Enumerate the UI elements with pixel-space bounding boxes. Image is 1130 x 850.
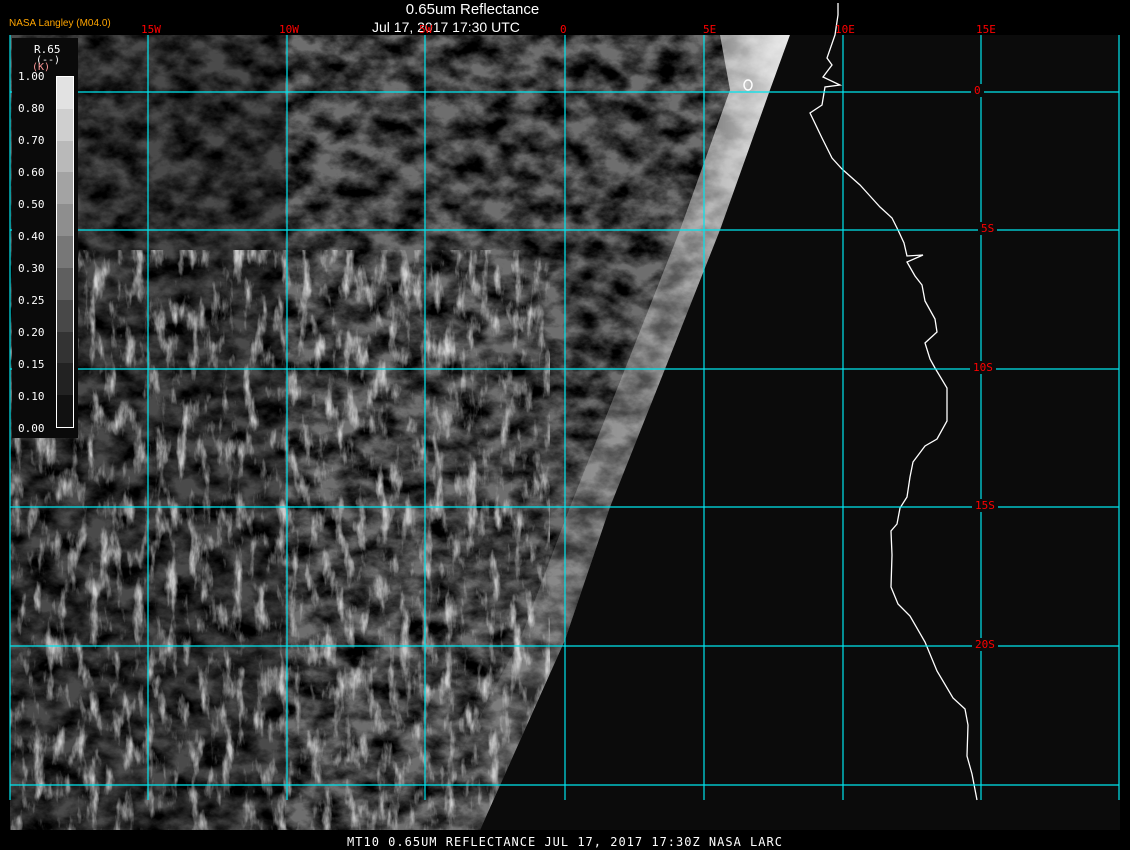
- legend-swatch: [57, 108, 73, 141]
- lat-label-10s: 10S: [970, 361, 996, 374]
- legend-swatch: [57, 395, 73, 427]
- color-legend: R.65 (--) (K) 1.00 0.80 0.70 0.60 0.50 0.40 0.…: [12, 38, 78, 438]
- legend-tick-label: 0.15: [18, 358, 45, 371]
- credit-label: NASA Langley (M04.0): [9, 18, 111, 29]
- legend-swatch: [57, 236, 73, 268]
- legend-tick-label: 0.10: [18, 390, 45, 403]
- satellite-image: [9, 3, 1120, 830]
- legend-swatch: [57, 204, 73, 237]
- legend-tick-label: 0.30: [18, 262, 45, 275]
- legend-swatch: [57, 267, 73, 300]
- lon-label-5w: 5W: [419, 23, 433, 36]
- lat-label-5s: 5S: [978, 222, 998, 235]
- lat-label-20s: 20S: [972, 638, 998, 651]
- lon-label-0: 0: [560, 23, 567, 36]
- footer-caption: MT10 0.65UM REFLECTANCE JUL 17, 2017 17:…: [347, 835, 783, 849]
- lon-label-15w: 15W: [141, 23, 161, 36]
- legend-tick-label: 0.50: [18, 198, 45, 211]
- legend-swatch: [57, 363, 73, 396]
- legend-tick-label: 0.70: [18, 134, 45, 147]
- legend-tick-label: 1.00: [18, 70, 45, 83]
- legend-tick-label: 0.20: [18, 326, 45, 339]
- legend-swatch: [57, 77, 73, 109]
- lat-label-0: 0: [971, 84, 984, 97]
- legend-swatch: [57, 331, 73, 364]
- lon-label-5e: 5E: [703, 23, 717, 36]
- map-datetime: Jul 17, 2017 17:30 UTC: [372, 19, 520, 35]
- legend-tick-label: 0.40: [18, 230, 45, 243]
- lat-label-15s: 15S: [972, 499, 998, 512]
- map-title: 0.65um Reflectance: [405, 1, 540, 18]
- legend-tick-label: 0.25: [18, 294, 45, 307]
- lon-label-15e: 15E: [976, 23, 996, 36]
- lon-label-10e: 10E: [835, 23, 855, 36]
- lon-label-10w: 10W: [279, 23, 299, 36]
- legend-tick-label: 0.60: [18, 166, 45, 179]
- legend-tick-label: 0.80: [18, 102, 45, 115]
- legend-swatch: [57, 172, 73, 205]
- legend-tick-label: 0.00: [18, 422, 45, 435]
- legend-color-bar: [56, 76, 74, 428]
- legend-swatch: [57, 299, 73, 332]
- legend-swatch: [57, 140, 73, 173]
